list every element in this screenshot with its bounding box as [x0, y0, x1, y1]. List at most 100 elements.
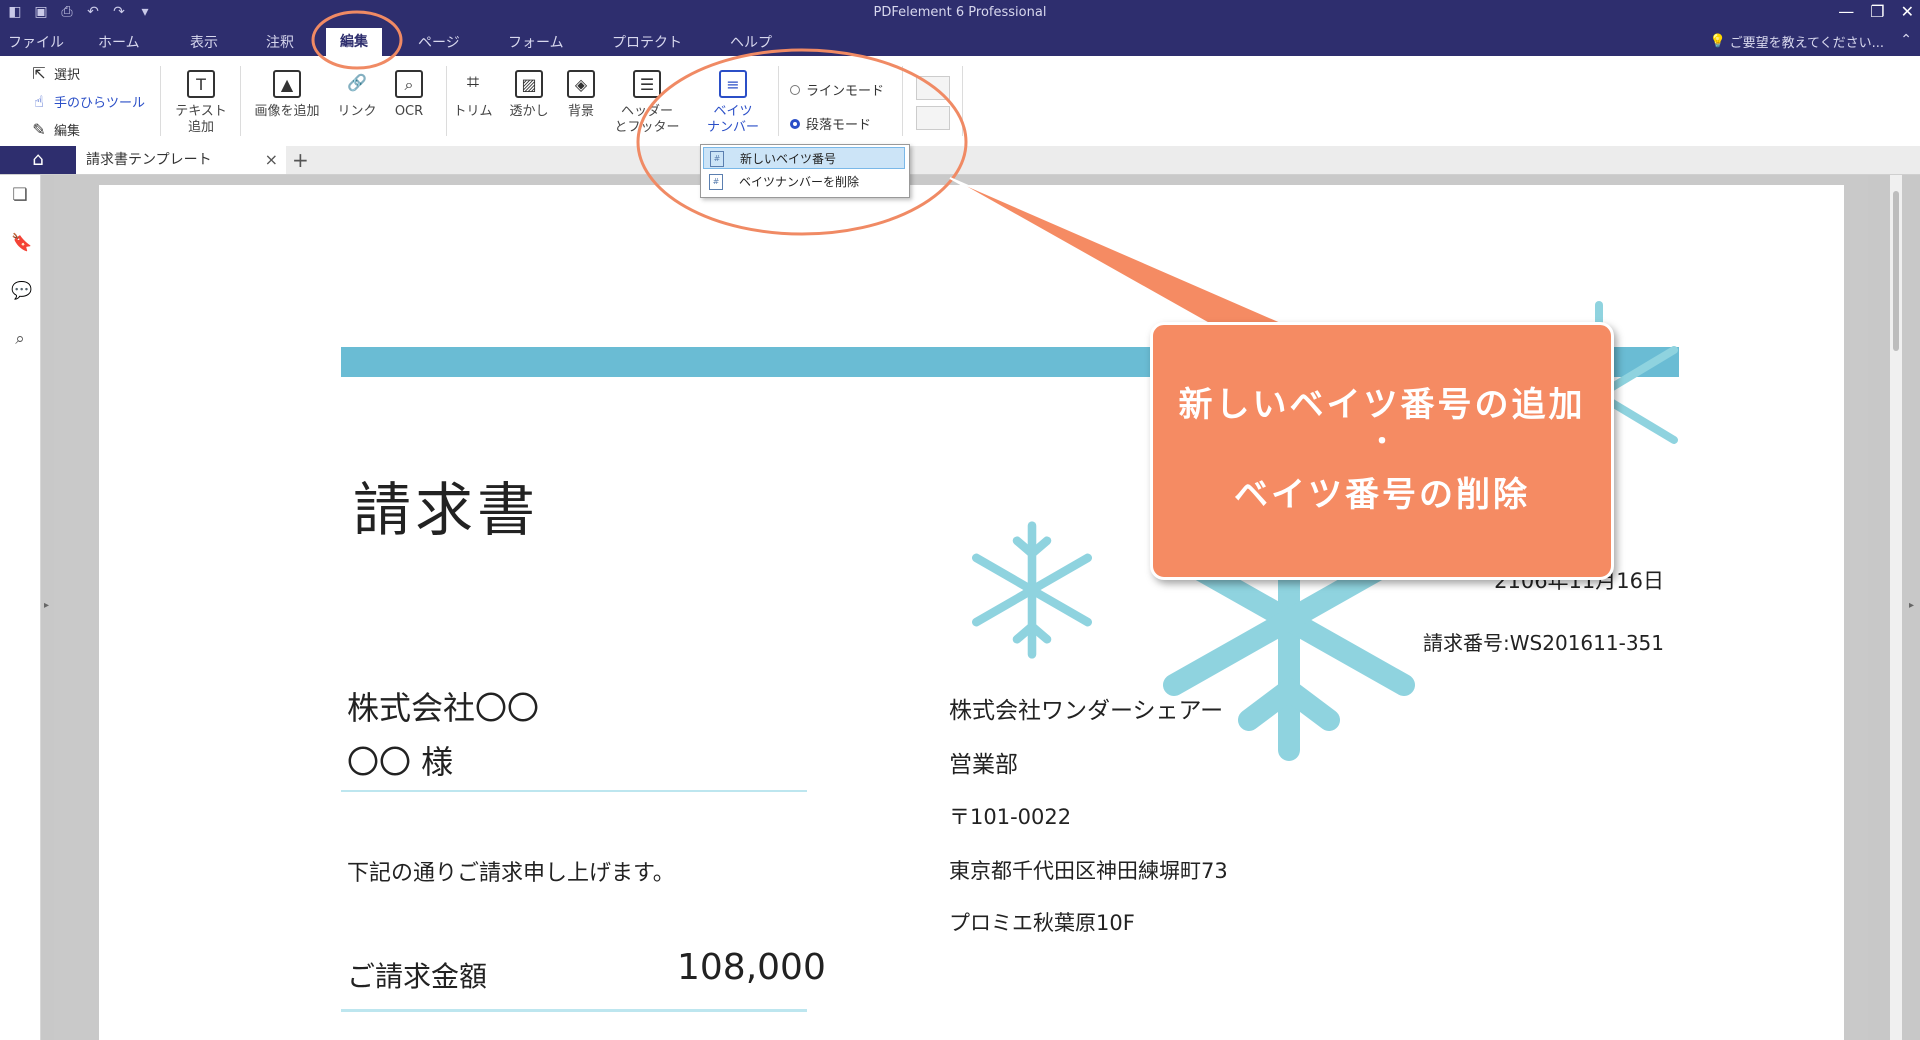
trim-label: トリム — [453, 104, 493, 119]
snowflake-small-icon — [972, 521, 1092, 659]
new-bates-number-item[interactable]: # 新しいベイツ番号 — [703, 147, 905, 169]
thumbnails-icon[interactable]: ❏ — [11, 185, 29, 205]
link-label: リンク — [337, 104, 377, 119]
comment-icon[interactable]: 💬 — [11, 281, 32, 301]
document-title: 請求書 — [353, 476, 540, 544]
line-mode-label: ラインモード — [806, 84, 885, 99]
tab-home[interactable]: ホーム — [98, 32, 140, 52]
add-image-label: 画像を追加 — [254, 104, 320, 119]
paragraph-mode-radio[interactable]: 段落モード — [790, 114, 871, 133]
document-tab-strip: ⌂ 請求書テンプレート × + — [0, 146, 1920, 175]
search-icon[interactable]: ⌕ — [11, 329, 29, 349]
amount-label: ご請求金額 — [347, 960, 488, 993]
bookmark-icon[interactable]: 🔖 — [11, 233, 32, 253]
help-search[interactable]: 💡 ご要望を教えてください... — [1709, 32, 1884, 51]
bates-label-1: ベイツ — [713, 104, 753, 119]
vertical-scrollbar[interactable] — [1890, 175, 1902, 1040]
ribbon: ⇱ 選択 ☝ 手のひらツール ✎ 編集 T テキスト 追加 ▲ 画像を追加 🔗 … — [0, 56, 1920, 147]
menu-bar: ファイル ホーム 表示 注釈 編集 ページ フォーム プロテクト ヘルプ 💡 ご… — [0, 28, 1920, 56]
maximize-icon[interactable]: ❐ — [1870, 2, 1884, 21]
header-footer-icon: ☰ — [633, 70, 661, 98]
new-bates-label: 新しいベイツ番号 — [740, 152, 837, 166]
document-tab-label: 請求書テンプレート — [86, 152, 212, 168]
edit-tool[interactable]: ✎ 編集 — [30, 120, 80, 139]
watermark-icon: ▨ — [515, 70, 543, 98]
customer-name: 〇〇 様 — [347, 743, 454, 781]
document-tab[interactable]: 請求書テンプレート × — [76, 146, 286, 174]
tab-view[interactable]: 表示 — [190, 32, 218, 52]
background-button[interactable]: ◈ 背景 — [546, 70, 616, 120]
home-icon: ⌂ — [32, 149, 44, 170]
add-tab-icon[interactable]: + — [292, 146, 309, 174]
sender-department: 営業部 — [949, 752, 1018, 778]
add-text-label-1: テキスト — [175, 104, 227, 119]
collapse-ribbon-icon[interactable]: ⌃ — [1900, 32, 1912, 48]
text-icon: T — [187, 70, 215, 98]
sender-company: 株式会社ワンダーシェアー — [949, 698, 1224, 724]
expand-panel-arrow-icon[interactable]: ▸ — [44, 600, 49, 611]
new-bates-icon: # — [710, 151, 724, 167]
pdf-page: 請求書 2106年11月16日 請求番号:WS201611-351 株式会社〇〇… — [99, 185, 1844, 1040]
background-label: 背景 — [567, 104, 594, 119]
close-icon[interactable]: ✕ — [1901, 2, 1914, 21]
align-disabled-icon — [916, 76, 950, 100]
select-tool[interactable]: ⇱ 選択 — [30, 64, 80, 83]
customer-underline — [341, 790, 807, 792]
crop-icon: ⌗ — [466, 70, 480, 95]
bates-icon: ≡ — [719, 70, 747, 98]
cursor-icon: ⇱ — [32, 64, 46, 83]
bates-number-button[interactable]: ≡ ベイツ ナンバー — [698, 70, 768, 136]
image-icon: ▲ — [273, 70, 301, 98]
right-panel-arrow-icon[interactable]: ▸ — [1909, 600, 1914, 611]
bates-dropdown-menu: # 新しいベイツ番号 # ベイツナンバーを削除 — [700, 144, 910, 198]
tab-page[interactable]: ページ — [418, 32, 460, 52]
amount-value: 108,000 — [677, 947, 826, 988]
home-tab[interactable]: ⌂ — [0, 146, 76, 174]
ribbon-separator — [902, 66, 903, 136]
callout-line-3: ベイツ番号の削除 — [1234, 475, 1530, 515]
ocr-button[interactable]: ⌕ OCR — [374, 70, 444, 120]
header-footer-button[interactable]: ☰ ヘッダー とフッター — [612, 70, 682, 136]
minimize-icon[interactable]: — — [1838, 2, 1854, 21]
remove-bates-number-item[interactable]: # ベイツナンバーを削除 — [703, 171, 905, 193]
callout-box: 新しいベイツ番号の追加 ・ ベイツ番号の削除 — [1150, 322, 1614, 580]
edit-label: 編集 — [54, 124, 81, 139]
hand-icon: ☝ — [34, 92, 44, 111]
ocr-icon: ⌕ — [395, 70, 423, 98]
tab-form[interactable]: フォーム — [508, 32, 564, 52]
distribute-disabled-icon — [916, 106, 950, 130]
add-text-button[interactable]: T テキスト 追加 — [166, 70, 236, 136]
tab-annotate[interactable]: 注釈 — [266, 32, 294, 52]
remove-bates-label: ベイツナンバーを削除 — [739, 175, 860, 189]
link-icon: 🔗 — [347, 73, 367, 92]
app-title: PDFelement 6 Professional — [873, 5, 1047, 20]
left-sidebar: ❏ 🔖 💬 ⌕ — [0, 175, 41, 1040]
help-search-text: ご要望を教えてください... — [1729, 36, 1884, 51]
tab-protect[interactable]: プロテクト — [612, 32, 682, 52]
sender-postal-code: 〒101-0022 — [949, 805, 1072, 829]
add-image-button[interactable]: ▲ 画像を追加 — [252, 70, 322, 120]
edit-icon: ✎ — [32, 120, 46, 139]
bates-label-2: ナンバー — [706, 120, 759, 135]
lightbulb-icon: 💡 — [1709, 34, 1726, 49]
ribbon-separator — [240, 66, 241, 136]
callout-line-1: 新しいベイツ番号の追加 — [1178, 385, 1586, 425]
title-bar: ◧ ▣ ⎙ ↶ ↷ ▾ PDFelement 6 Professional — … — [0, 0, 1920, 28]
customer-company: 株式会社〇〇 — [347, 689, 540, 727]
sender-address: 東京都千代田区神田練塀町73 — [949, 859, 1228, 883]
add-text-label-2: 追加 — [187, 120, 214, 135]
radio-selected-icon — [790, 118, 800, 129]
tab-edit[interactable]: 編集 — [326, 28, 382, 56]
ribbon-separator — [160, 66, 161, 136]
line-mode-radio[interactable]: ラインモード — [790, 80, 884, 99]
greeting-text: 下記の通りご請求申し上げます。 — [347, 861, 675, 886]
scrollbar-thumb[interactable] — [1893, 191, 1899, 351]
tab-file[interactable]: ファイル — [8, 32, 64, 52]
radio-unselected-icon — [790, 84, 800, 95]
header-footer-label-2: とフッター — [614, 120, 680, 135]
tab-help[interactable]: ヘルプ — [730, 32, 772, 52]
ocr-label: OCR — [394, 104, 424, 119]
hand-tool[interactable]: ☝ 手のひらツール — [30, 92, 145, 111]
close-tab-icon[interactable]: × — [265, 146, 278, 174]
select-label: 選択 — [54, 68, 81, 83]
